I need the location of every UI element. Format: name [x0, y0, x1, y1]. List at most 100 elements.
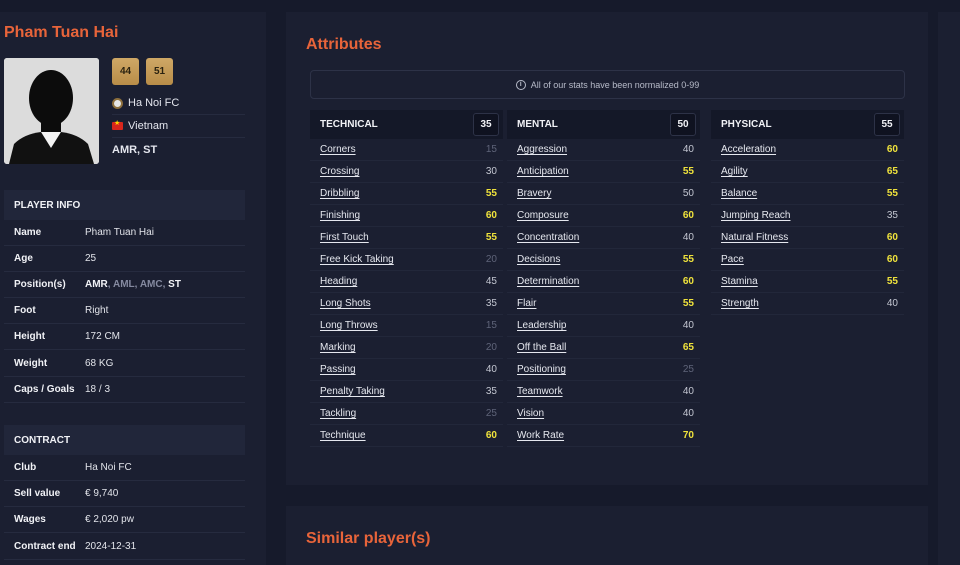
attribute-link[interactable]: Positioning	[517, 364, 566, 375]
attribute-link[interactable]: Composure	[517, 210, 569, 221]
attribute-value: 15	[485, 144, 497, 155]
attribute-link[interactable]: Passing	[320, 364, 356, 375]
similar-players-title: Similar player(s)	[306, 530, 431, 547]
vietnam-flag-icon	[112, 119, 123, 130]
notice-text: All of our stats have been normalized 0-…	[530, 79, 700, 90]
attribute-value: 60	[886, 144, 898, 155]
attribute-link[interactable]: Leadership	[517, 320, 566, 331]
attribute-value: 40	[485, 364, 497, 375]
attribute-link[interactable]: Bravery	[517, 188, 551, 199]
attribute-link[interactable]: Long Throws	[320, 320, 378, 331]
attribute-link[interactable]: Corners	[320, 144, 356, 155]
attribute-row: Teamwork 40	[507, 381, 700, 403]
attribute-value: 45	[485, 276, 497, 287]
attribute-link[interactable]: Determination	[517, 276, 579, 287]
attribute-link[interactable]: Crossing	[320, 166, 359, 177]
attribute-value: 60	[682, 276, 694, 287]
attribute-link[interactable]: Heading	[320, 276, 357, 287]
attribute-value: 60	[485, 430, 497, 441]
attribute-row: First Touch 55	[310, 227, 503, 249]
attribute-link[interactable]: Technique	[320, 430, 366, 441]
attribute-link[interactable]: Teamwork	[517, 386, 563, 397]
info-label: Foot	[14, 305, 36, 316]
player-silhouette-icon	[4, 58, 99, 164]
attribute-row: Off the Ball 65	[507, 337, 700, 359]
attribute-row: Long Throws 15	[310, 315, 503, 337]
attribute-value: 60	[485, 210, 497, 221]
attribute-link[interactable]: Anticipation	[517, 166, 569, 177]
info-value: 2024-12-31	[85, 541, 137, 552]
attribute-link[interactable]: Vision	[517, 408, 544, 419]
attributes-title: Attributes	[306, 36, 382, 53]
attribute-value: 20	[485, 342, 497, 353]
attribute-value: 55	[682, 254, 694, 265]
info-value: Ha Noi FC	[85, 462, 132, 473]
attribute-link[interactable]: Work Rate	[517, 430, 564, 441]
attribute-link[interactable]: First Touch	[320, 232, 369, 243]
attribute-link[interactable]: Natural Fitness	[721, 232, 788, 243]
info-label: Position(s)	[14, 279, 66, 290]
mental-header: MENTAL 50	[507, 110, 700, 139]
info-label: Weight	[14, 358, 48, 369]
attribute-value: 40	[682, 320, 694, 331]
attribute-row: Vision 40	[507, 403, 700, 425]
rating-badge-potential: 51	[146, 58, 173, 85]
player-name: Pham Tuan Hai	[4, 24, 119, 41]
attribute-link[interactable]: Stamina	[721, 276, 758, 287]
info-icon: i	[515, 79, 526, 90]
attribute-link[interactable]: Aggression	[517, 144, 567, 155]
attribute-link[interactable]: Acceleration	[721, 144, 776, 155]
attribute-link[interactable]: Pace	[721, 254, 744, 265]
attribute-row: Flair 55	[507, 293, 700, 315]
attribute-link[interactable]: Long Shots	[320, 298, 371, 309]
attribute-row: Natural Fitness 60	[711, 227, 904, 249]
info-value: Right	[85, 305, 109, 316]
attribute-link[interactable]: Marking	[320, 342, 356, 353]
attribute-link[interactable]: Decisions	[517, 254, 560, 265]
attribute-link[interactable]: Free Kick Taking	[320, 254, 394, 265]
normalization-notice: i All of our stats have been normalized …	[310, 70, 905, 99]
attribute-link[interactable]: Balance	[721, 188, 757, 199]
attribute-link[interactable]: Agility	[721, 166, 748, 177]
attribute-value: 55	[886, 188, 898, 199]
nation-row[interactable]: Vietnam	[112, 115, 245, 138]
contract-row-wages: Wages € 2,020 pw	[4, 507, 245, 533]
attribute-value: 15	[485, 320, 497, 331]
attribute-value: 55	[886, 276, 898, 287]
category-score: 50	[670, 113, 696, 136]
attribute-value: 40	[682, 386, 694, 397]
attribute-row: Decisions 55	[507, 249, 700, 271]
attribute-link[interactable]: Dribbling	[320, 188, 359, 199]
club-row[interactable]: Ha Noi FC	[112, 92, 245, 115]
attribute-value: 70	[682, 430, 694, 441]
attribute-value: 40	[682, 232, 694, 243]
attribute-row: Dribbling 55	[310, 183, 503, 205]
attribute-link[interactable]: Jumping Reach	[721, 210, 790, 221]
attribute-link[interactable]: Tackling	[320, 408, 356, 419]
attribute-row: Marking 20	[310, 337, 503, 359]
attribute-value: 55	[682, 298, 694, 309]
attribute-row: Technique 60	[310, 425, 503, 447]
attribute-row: Pace 60	[711, 249, 904, 271]
attribute-link[interactable]: Penalty Taking	[320, 386, 385, 397]
attribute-value: 20	[485, 254, 497, 265]
attribute-link[interactable]: Finishing	[320, 210, 360, 221]
attribute-link[interactable]: Strength	[721, 298, 759, 309]
category-name: TECHNICAL	[320, 119, 378, 130]
attribute-value: 25	[485, 408, 497, 419]
attribute-value: 60	[886, 254, 898, 265]
attribute-value: 30	[485, 166, 497, 177]
attribute-row: Determination 60	[507, 271, 700, 293]
attribute-value: 35	[485, 298, 497, 309]
info-label: Age	[14, 253, 33, 264]
attribute-link[interactable]: Concentration	[517, 232, 579, 243]
contract-row-sell-value: Sell value € 9,740	[4, 481, 245, 507]
attribute-link[interactable]: Flair	[517, 298, 536, 309]
attribute-value: 55	[485, 232, 497, 243]
right-panel-edge	[938, 12, 960, 565]
attribute-value: 65	[886, 166, 898, 177]
attribute-value: 25	[682, 364, 694, 375]
info-row-weight: Weight 68 KG	[4, 351, 245, 377]
attribute-link[interactable]: Off the Ball	[517, 342, 566, 353]
attribute-value: 35	[485, 386, 497, 397]
